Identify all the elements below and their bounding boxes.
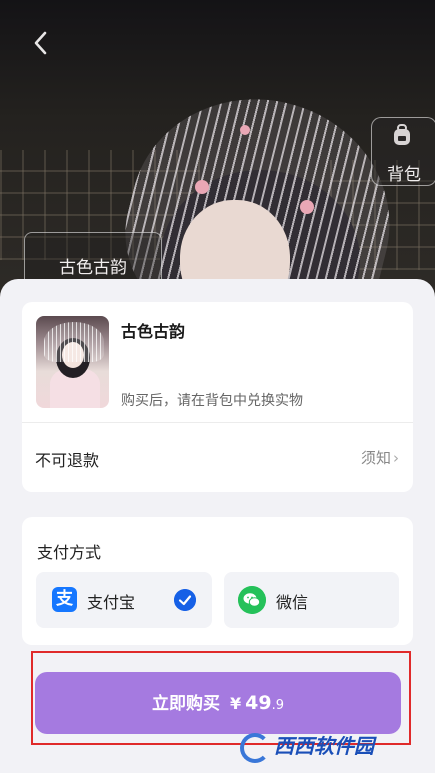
alipay-icon: 支 xyxy=(52,587,77,612)
refund-row: 不可退款 须知 › xyxy=(22,423,413,492)
backpack-label: 背包 xyxy=(387,165,421,185)
watermark-logo-icon xyxy=(240,732,270,763)
hair-flower xyxy=(300,200,314,214)
alipay-label: 支付宝 xyxy=(87,593,136,612)
hair-flower xyxy=(195,180,209,194)
payment-option-wechat[interactable]: 微信 xyxy=(224,572,399,628)
product-description: 购买后，请在背包中兑换实物 xyxy=(121,393,303,409)
product-card: 古色古韵 购买后，请在背包中兑换实物 不可退款 须知 › xyxy=(22,302,413,492)
notice-link[interactable]: 须知 › xyxy=(361,447,399,468)
price-decimal: .9 xyxy=(271,698,284,713)
wechat-icon xyxy=(238,586,266,614)
checkmark-icon xyxy=(174,589,196,611)
watermark: 西西软件园 xyxy=(240,727,425,765)
purchase-sheet: 古色古韵 购买后，请在背包中兑换实物 不可退款 须知› 支付方式 支 支付宝 xyxy=(0,279,435,773)
notice-label: 须知 xyxy=(360,449,391,467)
hair-flower xyxy=(240,125,250,135)
backpack-button[interactable]: 背包 xyxy=(371,117,435,186)
price-integer: 49 xyxy=(245,692,272,714)
product-title: 古色古韵 xyxy=(121,322,186,341)
payment-option-alipay[interactable]: 支 支付宝 xyxy=(36,572,212,628)
watermark-text: 西西软件园 xyxy=(274,734,374,758)
wechat-label: 微信 xyxy=(276,593,309,612)
chevron-right-icon: › xyxy=(393,449,399,467)
buy-now-button[interactable]: 立即购买 ¥49.9 xyxy=(35,672,401,734)
refund-policy-label: 不可退款 xyxy=(35,451,100,470)
backpack-icon xyxy=(394,124,410,145)
currency-symbol: ¥ xyxy=(230,694,242,713)
payment-card: 支付方式 支 支付宝 微信 xyxy=(22,517,413,645)
chevron-left-icon xyxy=(34,31,47,55)
payment-method-title: 支付方式 xyxy=(37,543,102,562)
back-button[interactable] xyxy=(26,28,56,58)
buy-now-label: 立即购买 xyxy=(152,694,220,714)
product-thumbnail xyxy=(36,316,109,408)
